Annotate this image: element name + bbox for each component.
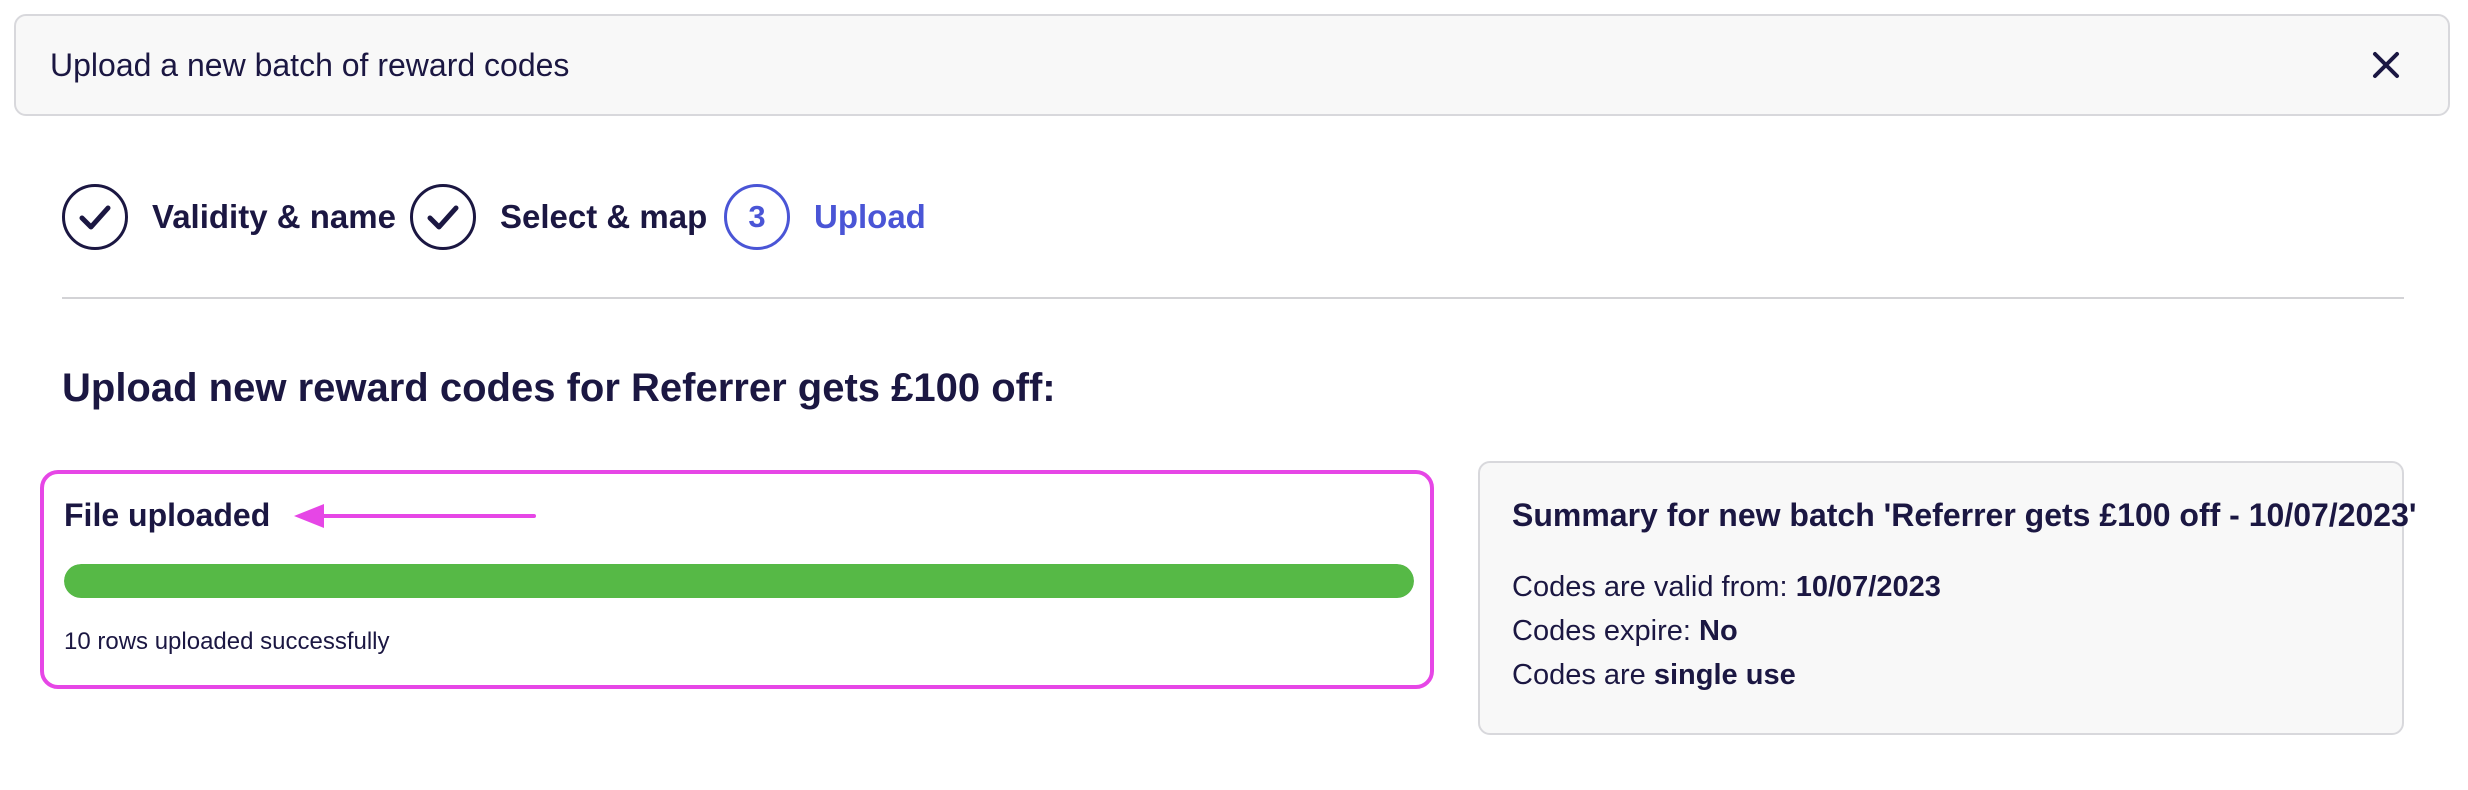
- summary-label: Codes expire:: [1512, 615, 1691, 647]
- page-title: Upload new reward codes for Referrer get…: [62, 366, 1056, 410]
- step-label: Upload: [814, 198, 926, 235]
- summary-use: Codes are single use: [1512, 655, 1796, 695]
- summary-expire: Codes expire: No: [1512, 611, 1738, 651]
- step-label: Select & map: [500, 198, 708, 235]
- step-complete-indicator: [62, 184, 128, 250]
- summary-value: single use: [1653, 659, 1796, 691]
- summary-label: Codes are valid from:: [1512, 571, 1788, 603]
- progress-bar-fill: [64, 564, 1414, 598]
- summary-label: Codes are: [1512, 659, 1646, 691]
- summary-value: 10/07/2023: [1795, 571, 1941, 603]
- upload-result-message: 10 rows uploaded successfully: [64, 628, 390, 655]
- step-complete-indicator: [410, 184, 476, 250]
- progress-bar: [64, 564, 1414, 598]
- summary-title: Summary for new batch 'Referrer gets £10…: [1512, 497, 2417, 533]
- upload-status-label: File uploaded: [64, 497, 271, 533]
- modal-title: Upload a new batch of reward codes: [50, 47, 570, 83]
- arrow-left-icon: [294, 504, 536, 528]
- upload-status-box: File uploaded 10 rows uploaded successfu…: [40, 470, 1434, 689]
- divider: [62, 297, 2404, 299]
- modal-header: Upload a new batch of reward codes: [14, 14, 2450, 116]
- check-icon: [427, 205, 459, 230]
- check-icon: [79, 205, 111, 230]
- close-button[interactable]: [2364, 43, 2408, 87]
- step-label: Validity & name: [152, 198, 396, 235]
- summary-value: No: [1699, 615, 1738, 647]
- step-number-indicator: 3: [724, 184, 790, 250]
- close-icon: [2373, 52, 2399, 78]
- summary-valid-from: Codes are valid from: 10/07/2023: [1512, 567, 1941, 607]
- batch-summary-panel: Summary for new batch 'Referrer gets £10…: [1478, 461, 2416, 735]
